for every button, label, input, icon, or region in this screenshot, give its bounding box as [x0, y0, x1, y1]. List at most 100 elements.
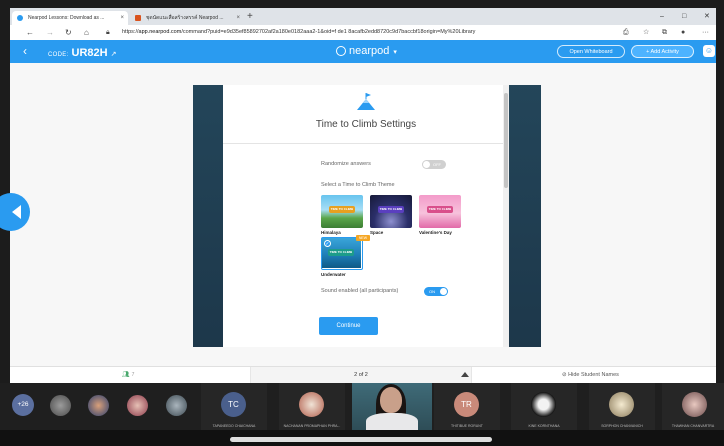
participant-tile[interactable]: KINE KORNTHANA: [511, 383, 577, 430]
caret-up-icon[interactable]: [461, 372, 469, 377]
play-left-icon: [12, 205, 21, 219]
participant-initials: [531, 392, 556, 417]
participant-name: THITIBUE RORUNT: [451, 424, 483, 428]
close-tab-icon[interactable]: ×: [120, 11, 124, 25]
participant-avatar[interactable]: [127, 395, 148, 416]
participant-tile[interactable]: NACHANAN PROMAPHAN PHRA...: [279, 383, 345, 430]
tab-label: Nearpod Lessons: Download as ...: [28, 15, 105, 21]
theme-card-title: TIME TO CLIMB: [427, 206, 453, 213]
brand-name: nearpod: [349, 45, 390, 57]
external-link-icon[interactable]: ↗: [111, 51, 117, 58]
lock-icon[interactable]: 🔒︎: [106, 26, 110, 39]
participant-name: THAWHAN CHANVARTRA: [671, 424, 715, 428]
participant-tile[interactable]: THAWHAN CHANVARTRA: [662, 383, 724, 430]
code-value: UR82H: [71, 47, 108, 59]
continue-button[interactable]: Continue: [319, 317, 378, 335]
slide-navigator[interactable]: 2 of 2: [250, 367, 472, 383]
participant-initials: [682, 392, 707, 417]
add-activity-button[interactable]: + Add Activity: [631, 45, 694, 58]
close-window-button[interactable]: ✕: [704, 11, 710, 23]
chevron-left-icon[interactable]: ‹: [10, 40, 40, 63]
profile-icon[interactable]: ●: [681, 27, 685, 38]
address-bar: ← → ↻ ⌂ 🔒︎ https://app.nearpod.com/comma…: [10, 25, 716, 40]
students-button[interactable]: 👥︎ 7: [122, 367, 134, 383]
participant-avatar[interactable]: [166, 395, 187, 416]
active-camera-feed[interactable]: [352, 383, 432, 430]
new-badge: NEW: [356, 235, 370, 241]
home-indicator[interactable]: [230, 437, 492, 442]
user-icon[interactable]: ☺: [703, 45, 715, 57]
code-label: CODE:: [48, 52, 69, 58]
dialog-header: Time to Climb Settings: [223, 85, 509, 144]
participant-avatar[interactable]: [88, 395, 109, 416]
url-host: app.nearpod.com: [138, 29, 182, 35]
theme-label: Space: [370, 230, 384, 235]
presenter-footer: 👥︎ 7 2 of 2 ⊘ Hide Student Names: [10, 366, 716, 383]
theme-label: Himalaya: [321, 230, 341, 235]
back-arrow-icon[interactable]: ←: [26, 26, 34, 39]
presentation-stage: Time to Climb Settings Randomize answers…: [0, 63, 716, 366]
slide-background-left: [193, 85, 223, 347]
home-icon[interactable]: ⌂: [84, 26, 89, 39]
new-tab-button[interactable]: +: [247, 10, 253, 24]
previous-slide-button[interactable]: [0, 193, 30, 231]
toggle-state: ON: [429, 289, 435, 294]
tab-label: ชุดนัดแนะสื่อสร้างสรรค์ Nearpod ...: [146, 15, 224, 21]
forward-arrow-icon[interactable]: →: [46, 26, 54, 39]
collections-icon[interactable]: ⧉: [662, 27, 667, 38]
maximize-button[interactable]: □: [682, 11, 686, 23]
participant-name: TAPANEEDO CHAICHANA: [212, 424, 256, 428]
participant-name: KINE KORNTHANA: [528, 424, 560, 428]
camera-person-face: [380, 387, 402, 413]
participant-tile[interactable]: TR THITIBUE RORUNT: [434, 383, 500, 430]
sound-label: Sound enabled (all participants): [321, 288, 399, 294]
nearpod-brand-menu[interactable]: nearpod ▾: [336, 45, 397, 59]
time-to-climb-settings-dialog: Time to Climb Settings Randomize answers…: [223, 85, 509, 347]
url-prefix: https://: [122, 29, 139, 35]
theme-prompt: Select a Time to Climb Theme: [321, 182, 395, 188]
refresh-icon[interactable]: ↻: [65, 26, 72, 39]
minimize-button[interactable]: –: [660, 11, 664, 23]
more-menu-icon[interactable]: ···: [702, 27, 709, 38]
toggle-state: OFF: [433, 162, 441, 167]
page-indicator: 2 of 2: [354, 372, 368, 378]
participant-avatar[interactable]: [50, 395, 71, 416]
participant-initials: TC: [221, 392, 246, 417]
toggle-knob: [423, 161, 430, 168]
dialog-title: Time to Climb Settings: [315, 119, 417, 130]
theme-valentines-day[interactable]: TIME TO CLIMB: [419, 195, 461, 228]
more-participants-badge[interactable]: +26: [12, 394, 34, 416]
randomize-label: Randomize answers: [321, 161, 371, 167]
open-whiteboard-button[interactable]: Open Whiteboard: [557, 45, 625, 58]
participant-initials: [609, 392, 634, 417]
selected-check-icon: ✓: [324, 240, 331, 247]
slide-background-right: [509, 85, 541, 347]
randomize-toggle[interactable]: OFF: [422, 160, 446, 169]
participant-initials: TR: [454, 392, 479, 417]
nearpod-header: ‹ CODE: UR82H ↗ nearpod ▾ Open Whiteboard +…: [10, 40, 716, 63]
top-border: [0, 0, 724, 8]
scrollbar-thumb[interactable]: [504, 93, 508, 188]
reader-icon[interactable]: ⎙: [623, 27, 629, 38]
theme-underwater[interactable]: TIME TO CLIMB ✓ NEW: [321, 235, 370, 270]
participant-tile[interactable]: SORPHON CHANVANICH: [589, 383, 655, 430]
theme-himalaya[interactable]: TIME TO CLIMB: [321, 195, 363, 228]
video-call-strip: +26 TC TAPANEEDO CHAICHANA NACHANAN PROM…: [0, 383, 724, 430]
theme-card-title: TIME TO CLIMB: [329, 206, 355, 213]
tab-nearpod[interactable]: Nearpod Lessons: Download as ... ×: [12, 11, 128, 25]
theme-card-title: TIME TO CLIMB: [328, 249, 354, 256]
favorite-star-icon[interactable]: ☆: [643, 27, 649, 38]
hide-student-names-button[interactable]: ⊘ Hide Student Names: [562, 367, 619, 383]
theme-space[interactable]: TIME TO CLIMB: [370, 195, 412, 228]
participant-tile[interactable]: TC TAPANEEDO CHAICHANA: [201, 383, 267, 430]
url-field[interactable]: https://app.nearpod.com/command?puid=e9d…: [122, 27, 475, 38]
close-tab-icon[interactable]: ×: [236, 11, 240, 25]
sound-toggle[interactable]: ON: [424, 287, 448, 296]
tab-second[interactable]: ชุดนัดแนะสื่อสร้างสรรค์ Nearpod ... ×: [130, 11, 244, 25]
camera-person-body: [366, 413, 418, 430]
hide-names-label: Hide Student Names: [568, 372, 619, 378]
url-path: /command?puid=e9d35ef85892702af2a180e018…: [181, 29, 476, 35]
nearpod-favicon-icon: [17, 15, 23, 21]
students-icon: 👥︎: [122, 372, 130, 378]
caret-down-icon: ▾: [393, 49, 397, 56]
